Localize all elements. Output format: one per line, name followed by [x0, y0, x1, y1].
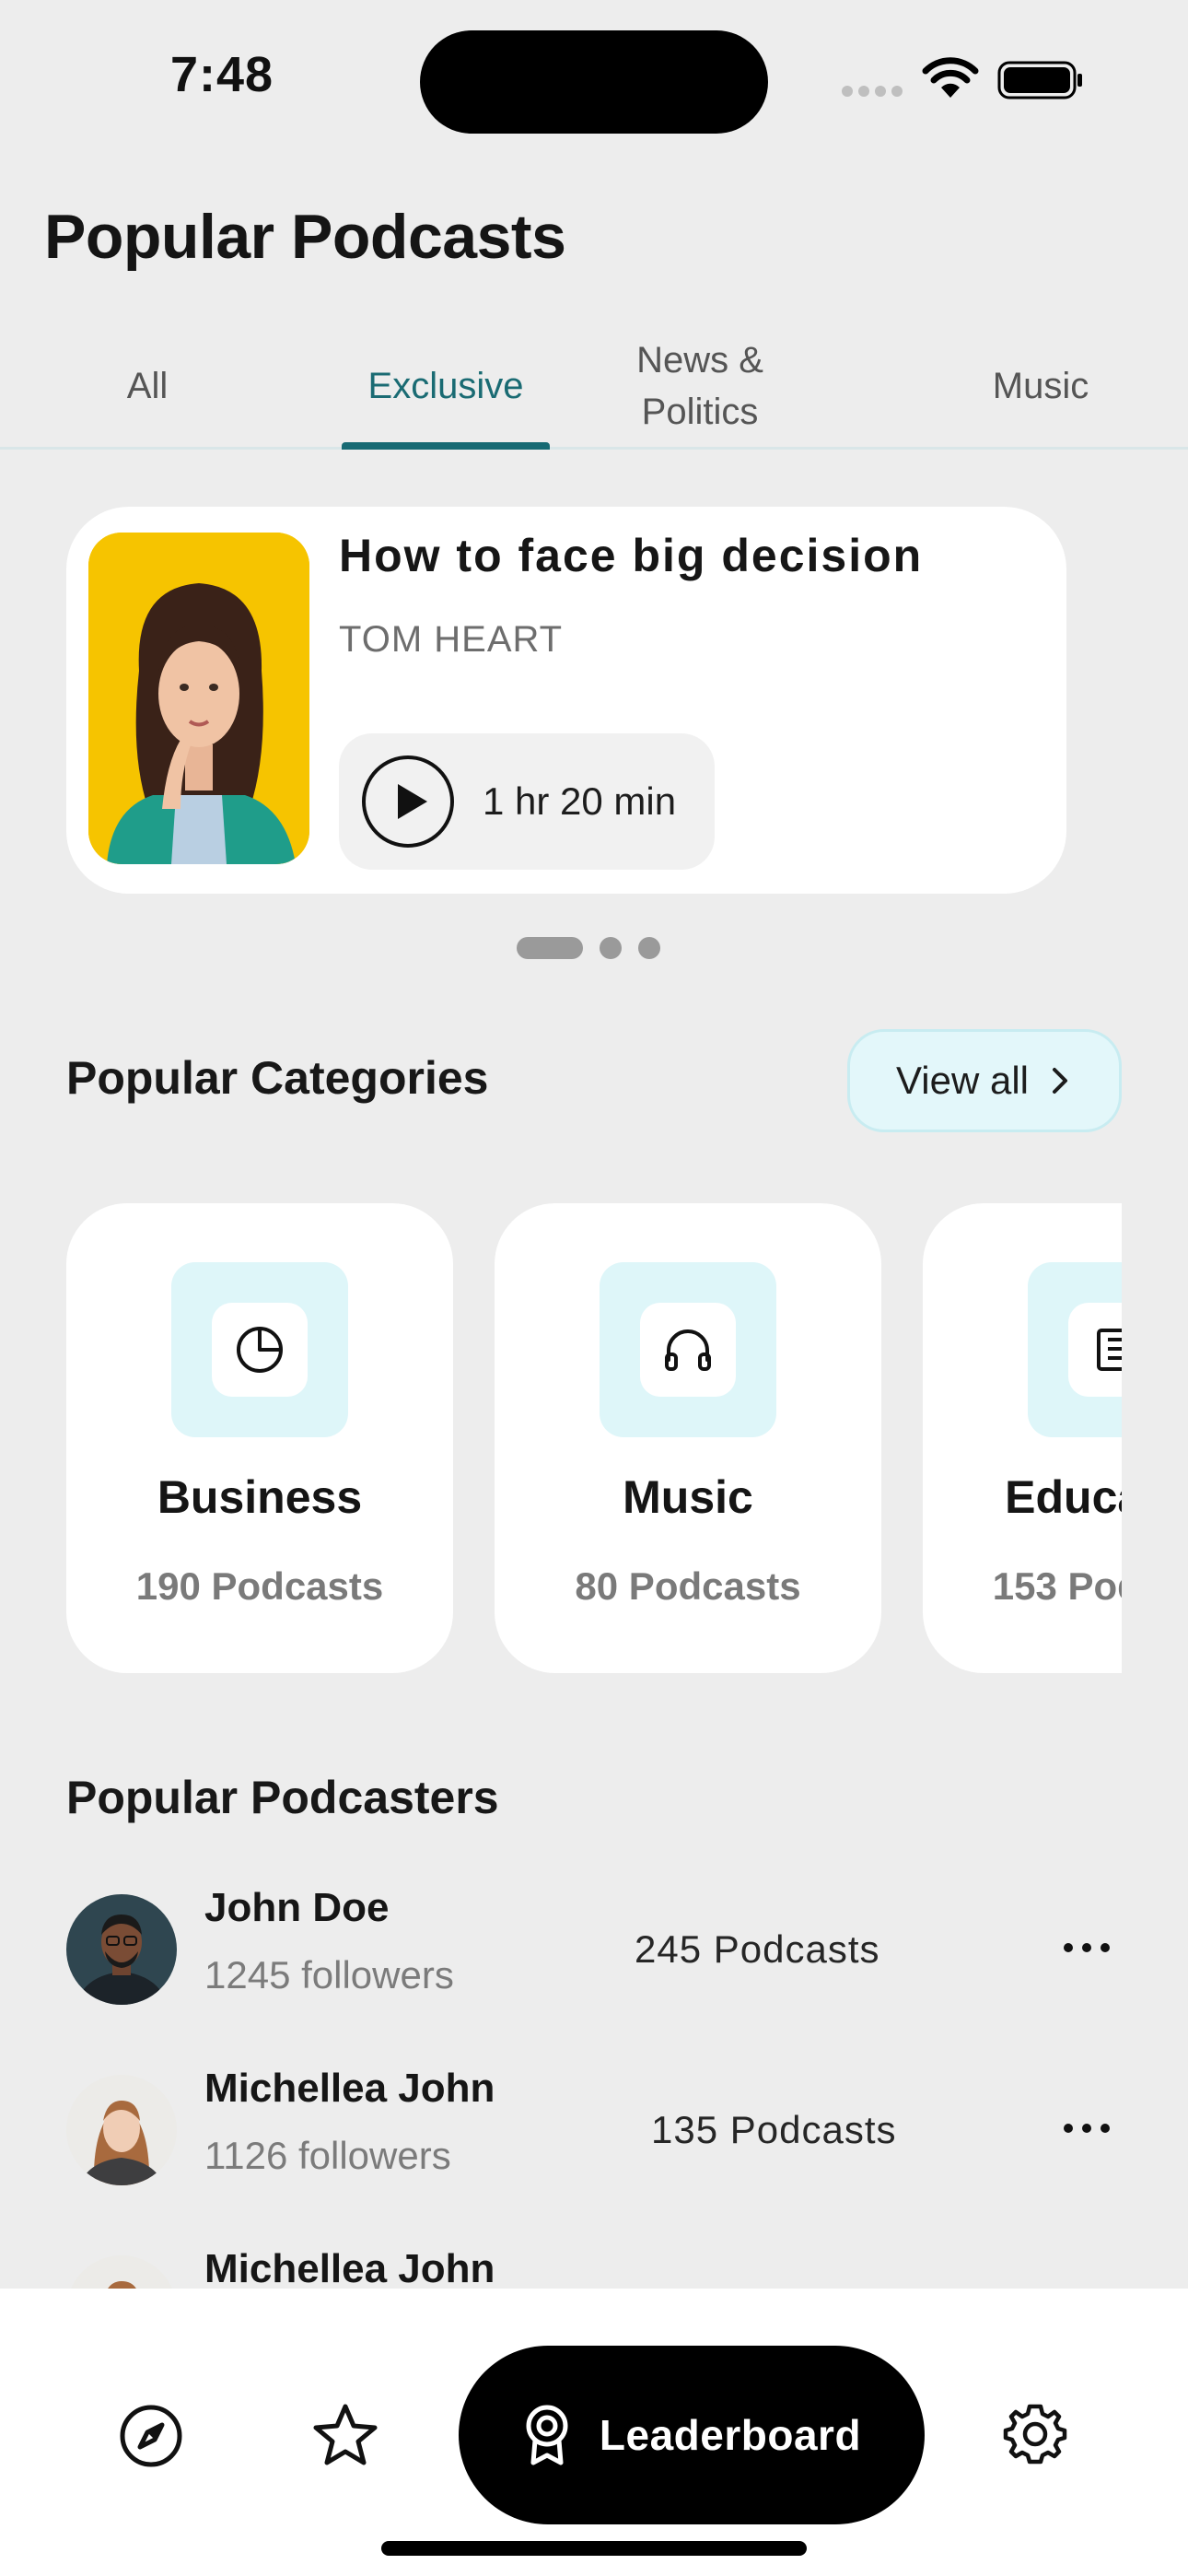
category-name: Education [1005, 1471, 1122, 1523]
nav-leaderboard-label: Leaderboard [599, 2411, 862, 2459]
play-icon [362, 755, 454, 848]
chevron-right-icon [1052, 1068, 1067, 1094]
home-indicator [381, 2541, 807, 2556]
play-button[interactable]: 1 hr 20 min [339, 733, 715, 870]
podcaster-row[interactable]: Michellea John 1126 followers 135 Podcas… [0, 2060, 1188, 2207]
more-options-icon[interactable] [1061, 2119, 1112, 2137]
tab-all[interactable]: All [74, 324, 221, 447]
compass-icon [120, 2405, 182, 2467]
bottom-navigation: Leaderboard [0, 2289, 1188, 2576]
category-tabs: All Exclusive News & Politics Music [0, 324, 1188, 450]
featured-podcast-author: TOM HEART [339, 619, 564, 660]
podcaster-name: John Doe [204, 1885, 390, 1930]
avatar [66, 2255, 177, 2289]
category-name: Music [623, 1471, 753, 1523]
carousel-dot[interactable] [638, 937, 660, 959]
tab-music[interactable]: Music [958, 324, 1124, 447]
status-bar: 7:48 [0, 0, 1188, 157]
categories-section-title: Popular Categories [66, 1052, 489, 1104]
podcasters-list: John Doe 1245 followers 245 Podcasts Mic… [0, 1879, 1188, 2289]
view-all-label: View all [896, 1059, 1029, 1102]
active-tab-indicator [342, 442, 550, 450]
gear-icon [1003, 2404, 1067, 2465]
headphones-icon [665, 1329, 711, 1371]
podcaster-podcast-count: 245 Podcasts [635, 1927, 880, 1971]
podcasters-section-title: Popular Podcasters [66, 1772, 499, 1823]
podcaster-name: Michellea John [204, 2066, 495, 2111]
categories-carousel: Business 190 Podcasts Music 80 Podcasts [66, 1203, 1122, 1673]
dynamic-island [420, 30, 768, 134]
nav-leaderboard[interactable]: Leaderboard [459, 2346, 925, 2524]
award-icon [526, 2405, 568, 2465]
podcaster-followers: 1245 followers [204, 1953, 454, 1996]
category-card-music[interactable]: Music 80 Podcasts [495, 1203, 881, 1673]
page-title: Popular Podcasts [44, 202, 566, 272]
cellular-signal-icon [842, 86, 903, 97]
avatar [66, 2075, 177, 2185]
status-time: 7:48 [170, 47, 274, 102]
carousel-dot-active[interactable] [517, 937, 583, 959]
pie-chart-icon [237, 1327, 283, 1373]
tab-exclusive[interactable]: Exclusive [342, 324, 550, 447]
category-count: 190 Podcasts [135, 1564, 384, 1608]
avatar [66, 1894, 177, 2005]
battery-icon [997, 61, 1082, 100]
tab-news-politics[interactable]: News & Politics [608, 324, 792, 447]
podcaster-row[interactable]: Michellea John [0, 2241, 1188, 2289]
podcaster-podcast-count: 135 Podcasts [651, 2108, 897, 2151]
category-count: 80 Podcasts [575, 1564, 801, 1608]
carousel-pagination [517, 937, 660, 959]
star-icon [313, 2404, 378, 2465]
podcaster-name: Michellea John [204, 2246, 495, 2289]
podcaster-followers: 1126 followers [204, 2134, 451, 2177]
nav-explore[interactable] [118, 2403, 184, 2469]
category-card-business[interactable]: Business 190 Podcasts [66, 1203, 453, 1673]
wifi-icon [922, 57, 979, 98]
podcaster-row[interactable]: John Doe 1245 followers 245 Podcasts [0, 1879, 1188, 2027]
more-options-icon[interactable] [1061, 1938, 1112, 1957]
category-count: 153 Podcasts [992, 1564, 1122, 1608]
book-icon [1097, 1329, 1122, 1371]
featured-podcast-duration: 1 hr 20 min [483, 779, 677, 823]
category-name: Business [157, 1471, 363, 1523]
nav-favorites[interactable] [311, 2401, 379, 2469]
featured-podcast-title: How to face big decision [339, 530, 924, 581]
featured-podcast-image [88, 533, 309, 864]
view-all-button[interactable]: View all [847, 1029, 1122, 1132]
nav-settings[interactable] [1002, 2401, 1068, 2467]
category-card-education[interactable]: Education 153 Podcasts [923, 1203, 1122, 1673]
carousel-dot[interactable] [600, 937, 622, 959]
featured-podcast-card[interactable]: How to face big decision TOM HEART 1 hr … [66, 507, 1066, 894]
